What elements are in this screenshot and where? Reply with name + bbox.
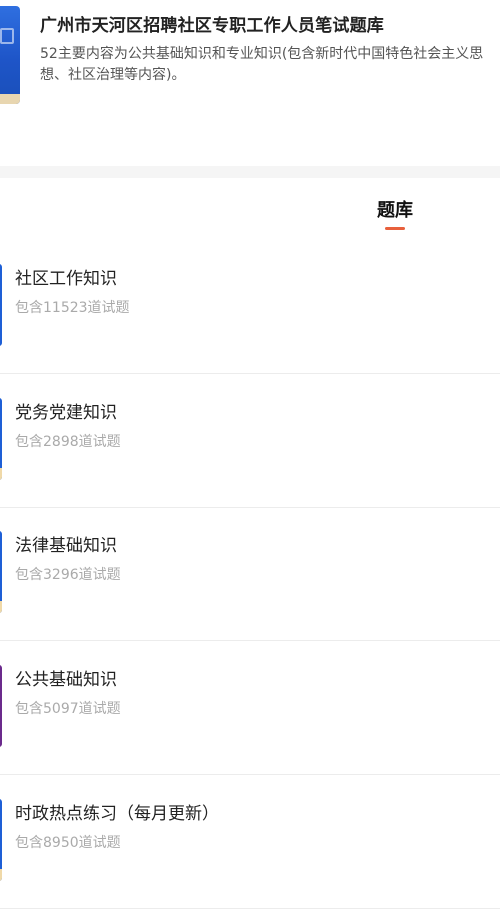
category-question-count: 包含11523道试题 [15, 300, 130, 316]
bank-description: 52主要内容为公共基础知识和专业知识(包含新时代中国特色社会主义思想、社区治理等… [40, 46, 484, 83]
book-cover-icon [0, 6, 20, 104]
category-question-count: 包含5097道试题 [15, 701, 121, 717]
category-cover-icon [0, 531, 2, 613]
category-name: 法律基础知识 [15, 536, 117, 556]
category-name: 社区工作知识 [15, 269, 117, 289]
category-cover-icon [0, 665, 2, 747]
category-item-public-basics[interactable]: 公共基础知识 包含5097道试题 [0, 641, 500, 775]
category-item-community-work[interactable]: 社区工作知识 包含11523道试题 [0, 240, 500, 374]
category-question-count: 包含2898道试题 [15, 434, 121, 450]
category-item-law-basics[interactable]: 法律基础知识 包含3296道试题 [0, 507, 500, 641]
category-name: 公共基础知识 [15, 670, 117, 690]
category-cover-icon [0, 799, 2, 881]
category-cover-icon [0, 264, 2, 346]
category-name: 党务党建知识 [15, 403, 117, 423]
category-item-party-building[interactable]: 党务党建知识 包含2898道试题 [0, 374, 500, 508]
tab-question-bank[interactable]: 题库 [0, 196, 500, 222]
category-name: 时政热点练习（每月更新） [15, 804, 219, 824]
category-item-current-affairs[interactable]: 时政热点练习（每月更新） 包含8950道试题 [0, 775, 500, 909]
category-question-count: 包含3296道试题 [15, 567, 121, 583]
section-divider [0, 166, 500, 178]
tab-active-indicator [385, 227, 405, 230]
question-bank-header: 广州市天河区招聘社区专职工作人员笔试题库 52主要内容为公共基础知识和专业知识(… [0, 0, 500, 124]
category-question-count: 包含8950道试题 [15, 835, 121, 851]
category-cover-icon [0, 398, 2, 480]
bank-title: 广州市天河区招聘社区专职工作人员笔试题库 [40, 16, 384, 36]
